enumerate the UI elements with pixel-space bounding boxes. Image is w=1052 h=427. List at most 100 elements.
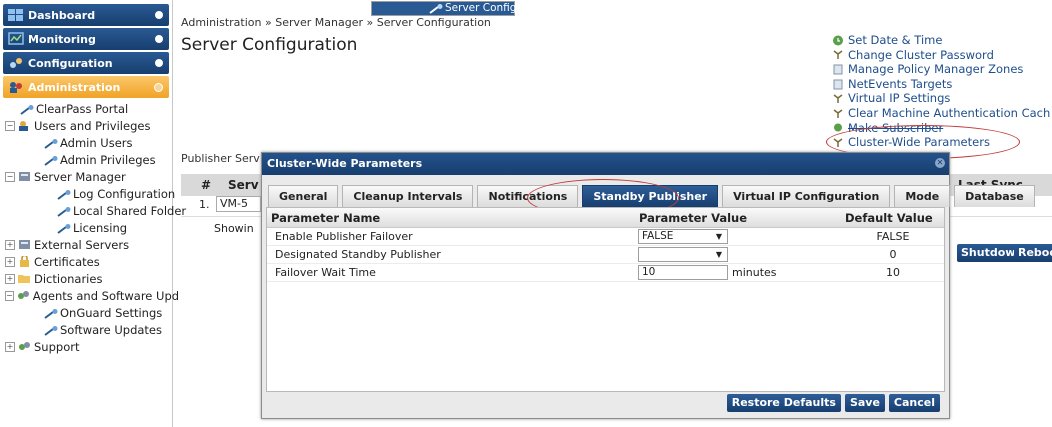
tree-item-licensing[interactable]: Licensing	[0, 219, 172, 236]
wrench-icon	[20, 104, 34, 115]
nav-dashboard-label: Dashboard	[28, 8, 96, 22]
expand-dot-icon	[155, 59, 163, 67]
link-change-cluster-password[interactable]: Change Cluster Password	[832, 48, 1050, 63]
link-label: Virtual IP Settings	[848, 91, 951, 106]
link-netevents-targets[interactable]: NetEvents Targets	[832, 77, 1050, 92]
nav-configuration-label: Configuration	[28, 56, 113, 70]
tree-item-clearpass-portal[interactable]: ClearPass Portal	[0, 100, 172, 117]
tree-item-admin-users[interactable]: Admin Users	[0, 134, 172, 151]
tree-item-label: External Servers	[34, 237, 130, 252]
showing-text: Showin	[214, 222, 254, 235]
param-row: Enable Publisher Failover FALSE ▼ FALSE	[267, 228, 944, 246]
server-manager-icon	[18, 171, 31, 182]
link-label: Change Cluster Password	[848, 47, 994, 62]
default-value: FALSE	[876, 230, 910, 243]
collapse-icon[interactable]: −	[5, 171, 15, 182]
tree-item-software-updates[interactable]: Software Updates	[0, 321, 172, 338]
wrench-icon	[57, 206, 71, 217]
parameters-panel: Parameter Name Parameter Value Default V…	[266, 207, 945, 392]
expand-icon[interactable]: +	[5, 341, 15, 352]
save-button[interactable]: Save	[844, 394, 885, 412]
tab-general[interactable]: General	[268, 185, 339, 207]
tree-item-local-shared-folder[interactable]: Local Shared Folder	[0, 202, 186, 219]
parameters-table-header: Parameter Name Parameter Value Default V…	[267, 208, 944, 228]
tree-item-label: Users and Privileges	[34, 118, 151, 133]
breadcrumb: Administration » Server Manager » Server…	[181, 16, 491, 29]
nav-dashboard[interactable]: Dashboard	[3, 4, 169, 26]
wrench-icon	[44, 325, 58, 336]
certificate-icon	[18, 254, 31, 267]
tree-item-label: Server Manager	[34, 169, 126, 184]
page-title: Server Configuration	[181, 35, 358, 55]
tree-item-certificates[interactable]: + Certificates	[0, 253, 172, 270]
wrench-icon	[57, 223, 71, 234]
unit-label: minutes	[732, 266, 777, 279]
column-parameter-value: Parameter Value	[639, 211, 748, 225]
publisher-server-label: Publisher Serv	[181, 152, 260, 165]
dialog-title: Cluster-Wide Parameters	[267, 157, 423, 170]
link-set-date-time[interactable]: Set Date & Time	[832, 33, 1050, 48]
dropdown-caret-icon: ▼	[715, 250, 722, 259]
standby-publisher-select[interactable]: ▼	[638, 247, 728, 262]
monitoring-icon	[8, 32, 24, 46]
tree-item-support[interactable]: + Support	[0, 338, 172, 355]
wrench-icon	[44, 155, 58, 166]
link-manage-policy-manager-zones[interactable]: Manage Policy Manager Zones	[832, 62, 1050, 77]
param-name: Enable Publisher Failover	[275, 230, 413, 243]
expand-icon[interactable]: +	[5, 256, 15, 267]
tree-item-agents-and-software-updates[interactable]: − Agents and Software Upd	[0, 287, 179, 304]
tree-item-server-manager[interactable]: − Server Manager	[0, 168, 172, 185]
link-label: Clear Machine Authentication Cach	[848, 105, 1051, 120]
tree-item-log-configuration[interactable]: Log Configuration	[0, 185, 175, 202]
nav-administration[interactable]: Administration	[3, 76, 169, 98]
wrench-icon	[57, 189, 71, 200]
tree-item-external-servers[interactable]: + External Servers	[0, 236, 172, 253]
link-label: Manage Policy Manager Zones	[848, 62, 1024, 77]
link-virtual-ip-settings[interactable]: Virtual IP Settings	[832, 91, 1050, 106]
tree-item-label: Licensing	[73, 220, 128, 235]
tab-mode[interactable]: Mode	[894, 185, 951, 207]
administration-icon	[8, 80, 24, 94]
wrench-icon	[44, 308, 58, 319]
cluster-icon	[832, 93, 844, 104]
column-server: Serv	[228, 178, 259, 192]
column-default-value: Default Value	[845, 211, 933, 225]
tab-database[interactable]: Database	[954, 185, 1035, 207]
cluster-wide-parameters-dialog: Cluster-Wide Parameters ✕ General Cleanu…	[261, 152, 1035, 419]
tree-item-users-and-privileges[interactable]: − Users and Privileges	[0, 117, 172, 134]
collapse-icon[interactable]: −	[5, 290, 14, 301]
document-icon	[832, 79, 844, 90]
publisher-failover-select[interactable]: FALSE ▼	[638, 229, 728, 244]
param-row: Designated Standby Publisher ▼ 0	[267, 246, 944, 264]
table-row-server[interactable]: VM-5	[216, 196, 261, 212]
restore-defaults-button[interactable]: Restore Defaults	[726, 394, 841, 412]
column-parameter-name: Parameter Name	[271, 211, 381, 225]
default-value: 10	[886, 266, 900, 279]
default-value: 0	[889, 248, 897, 261]
tab-virtual-ip-configuration[interactable]: Virtual IP Configuration	[722, 185, 891, 207]
nav-monitoring[interactable]: Monitoring	[3, 28, 169, 50]
collapse-icon[interactable]: −	[5, 120, 15, 131]
tree-item-onguard-settings[interactable]: OnGuard Settings	[0, 304, 172, 321]
failover-wait-time-input[interactable]: 10	[638, 265, 728, 280]
link-clear-machine-authentication-cache[interactable]: Clear Machine Authentication Cach	[832, 106, 1050, 121]
tab-cleanup-intervals[interactable]: Cleanup Intervals	[342, 185, 474, 207]
dialog-title-bar: Cluster-Wide Parameters ✕	[262, 153, 949, 175]
expand-icon[interactable]: +	[5, 273, 15, 284]
tree-item-admin-privileges[interactable]: Admin Privileges	[0, 151, 172, 168]
tree-item-dictionaries[interactable]: + Dictionaries	[0, 270, 172, 287]
expand-dot-icon	[155, 35, 163, 43]
nav-monitoring-label: Monitoring	[28, 32, 96, 46]
tree-item-label: Support	[34, 339, 80, 354]
users-folder-icon	[18, 120, 31, 131]
dropdown-caret-icon: ▼	[715, 232, 722, 241]
param-row: Failover Wait Time 10 minutes 10	[267, 264, 944, 282]
expand-icon[interactable]: +	[5, 239, 15, 250]
nav-configuration[interactable]: Configuration	[3, 52, 169, 74]
reboot-button[interactable]: Reboot	[1014, 244, 1052, 262]
tree-item-label: Software Updates	[60, 322, 162, 337]
tree-item-label: Admin Users	[60, 135, 133, 150]
cancel-button[interactable]: Cancel	[888, 394, 940, 412]
support-icon	[18, 341, 31, 352]
close-icon[interactable]: ✕	[935, 158, 945, 168]
